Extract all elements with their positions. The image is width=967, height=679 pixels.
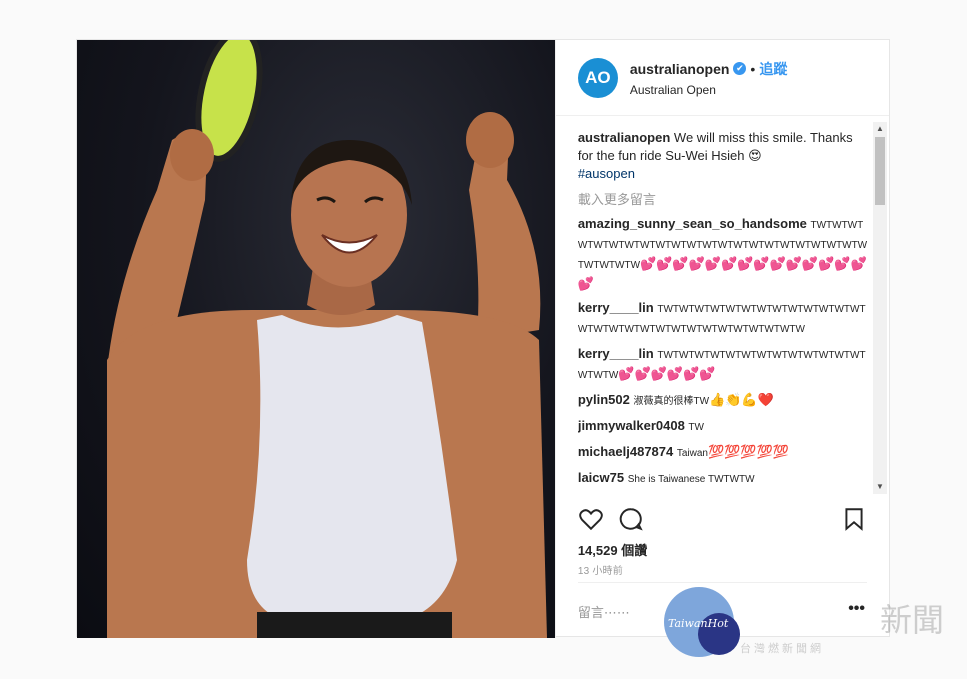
comment-emoji: 💯💯💯💯💯	[708, 444, 789, 459]
comments-list[interactable]: australianopen We will miss this smile. …	[578, 122, 871, 494]
comment-username[interactable]: laicw75	[578, 470, 624, 485]
comment-username[interactable]: jimmywalker0408	[578, 418, 685, 433]
follow-button[interactable]: 追蹤	[759, 59, 787, 79]
caption-username[interactable]: australianopen	[578, 130, 670, 145]
comment-item: pylin502 淑薇真的很棒TW👍👏💪❤️	[578, 391, 871, 411]
divider	[577, 582, 867, 583]
tennis-player-illustration	[107, 40, 547, 638]
verified-badge-icon: ✔	[733, 62, 747, 75]
scroll-up-arrow-icon[interactable]: ▲	[873, 122, 887, 136]
caption: australianopen We will miss this smile. …	[578, 129, 871, 183]
comment-emoji: 💕💕💕💕💕💕	[618, 366, 716, 381]
comment-item: kerry____lin TWTWTWTWTWTWTWTWTWTWTWTWTWT…	[578, 299, 871, 339]
watermark-text: 新聞	[880, 602, 945, 638]
comment-container: amazing_sunny_sean_so_handsome TWTWTWTWT…	[578, 215, 871, 494]
scroll-down-arrow-icon[interactable]: ▼	[873, 480, 887, 494]
comment-item: michaelj487874 Taiwan💯💯💯💯💯	[578, 443, 871, 463]
post-sidebar: AO australianopen ✔ • 追蹤 Australian Open…	[554, 40, 889, 638]
post-header: AO australianopen ✔ • 追蹤 Australian Open	[555, 40, 889, 116]
caption-hashtag[interactable]: #ausopen	[578, 166, 635, 181]
avatar[interactable]: AO	[577, 57, 618, 98]
scrollbar-thumb[interactable]	[875, 137, 885, 205]
bookmark-icon[interactable]	[841, 506, 867, 532]
comment-text: Taiwan	[676, 448, 708, 459]
comment-item: jimmywalker0408 TW	[578, 417, 871, 437]
post-actions	[578, 506, 867, 532]
comment-item: amazing_sunny_sean_so_handsome TWTWTWTWT…	[578, 215, 871, 293]
username-link[interactable]: australianopen	[630, 61, 730, 77]
header-info: australianopen ✔ • 追蹤 Australian Open	[630, 59, 788, 97]
watermark-subtext: 台灣燃新聞網	[740, 643, 824, 655]
like-count[interactable]: 14,529 個讚	[578, 540, 647, 559]
comment-item: laicw75 She is Taiwanese TWTWTW	[578, 469, 871, 489]
comment-text: 淑薇真的很棒TW	[633, 396, 710, 407]
watermark-brand: TaiwanHot	[668, 617, 729, 630]
comment-text: TW	[688, 422, 704, 433]
header-row: australianopen ✔ • 追蹤	[630, 59, 788, 79]
post-photo[interactable]	[77, 40, 555, 638]
comment-username[interactable]: michaelj487874	[578, 444, 673, 459]
post-card: AO australianopen ✔ • 追蹤 Australian Open…	[76, 39, 890, 638]
location-link[interactable]: Australian Open	[630, 83, 788, 97]
comment-emoji: 👍👏💪❤️	[709, 392, 774, 407]
comment-text: She is Taiwanese TWTWTW	[627, 474, 755, 485]
heart-icon[interactable]	[578, 506, 604, 532]
separator-dot: •	[750, 60, 756, 77]
comment-username[interactable]: pylin502	[578, 392, 630, 407]
add-comment-input[interactable]: 留言⋯⋯	[578, 602, 630, 621]
comment-username[interactable]: amazing_sunny_sean_so_handsome	[578, 216, 807, 231]
comment-icon[interactable]	[618, 506, 644, 532]
comments-scrollbar[interactable]: ▲ ▼	[873, 122, 887, 494]
post-timestamp[interactable]: 13 小時前	[578, 562, 623, 577]
more-options-icon[interactable]: •••	[848, 600, 865, 618]
comment-username[interactable]: kerry____lin	[578, 300, 654, 315]
load-more-comments-button[interactable]: 載入更多留言	[578, 191, 871, 209]
comment-username[interactable]: kerry____lin	[578, 346, 654, 361]
comment-item: kerry____lin TWTWTWTWTWTWTWTWTWTWTWTWTWT…	[578, 345, 871, 385]
